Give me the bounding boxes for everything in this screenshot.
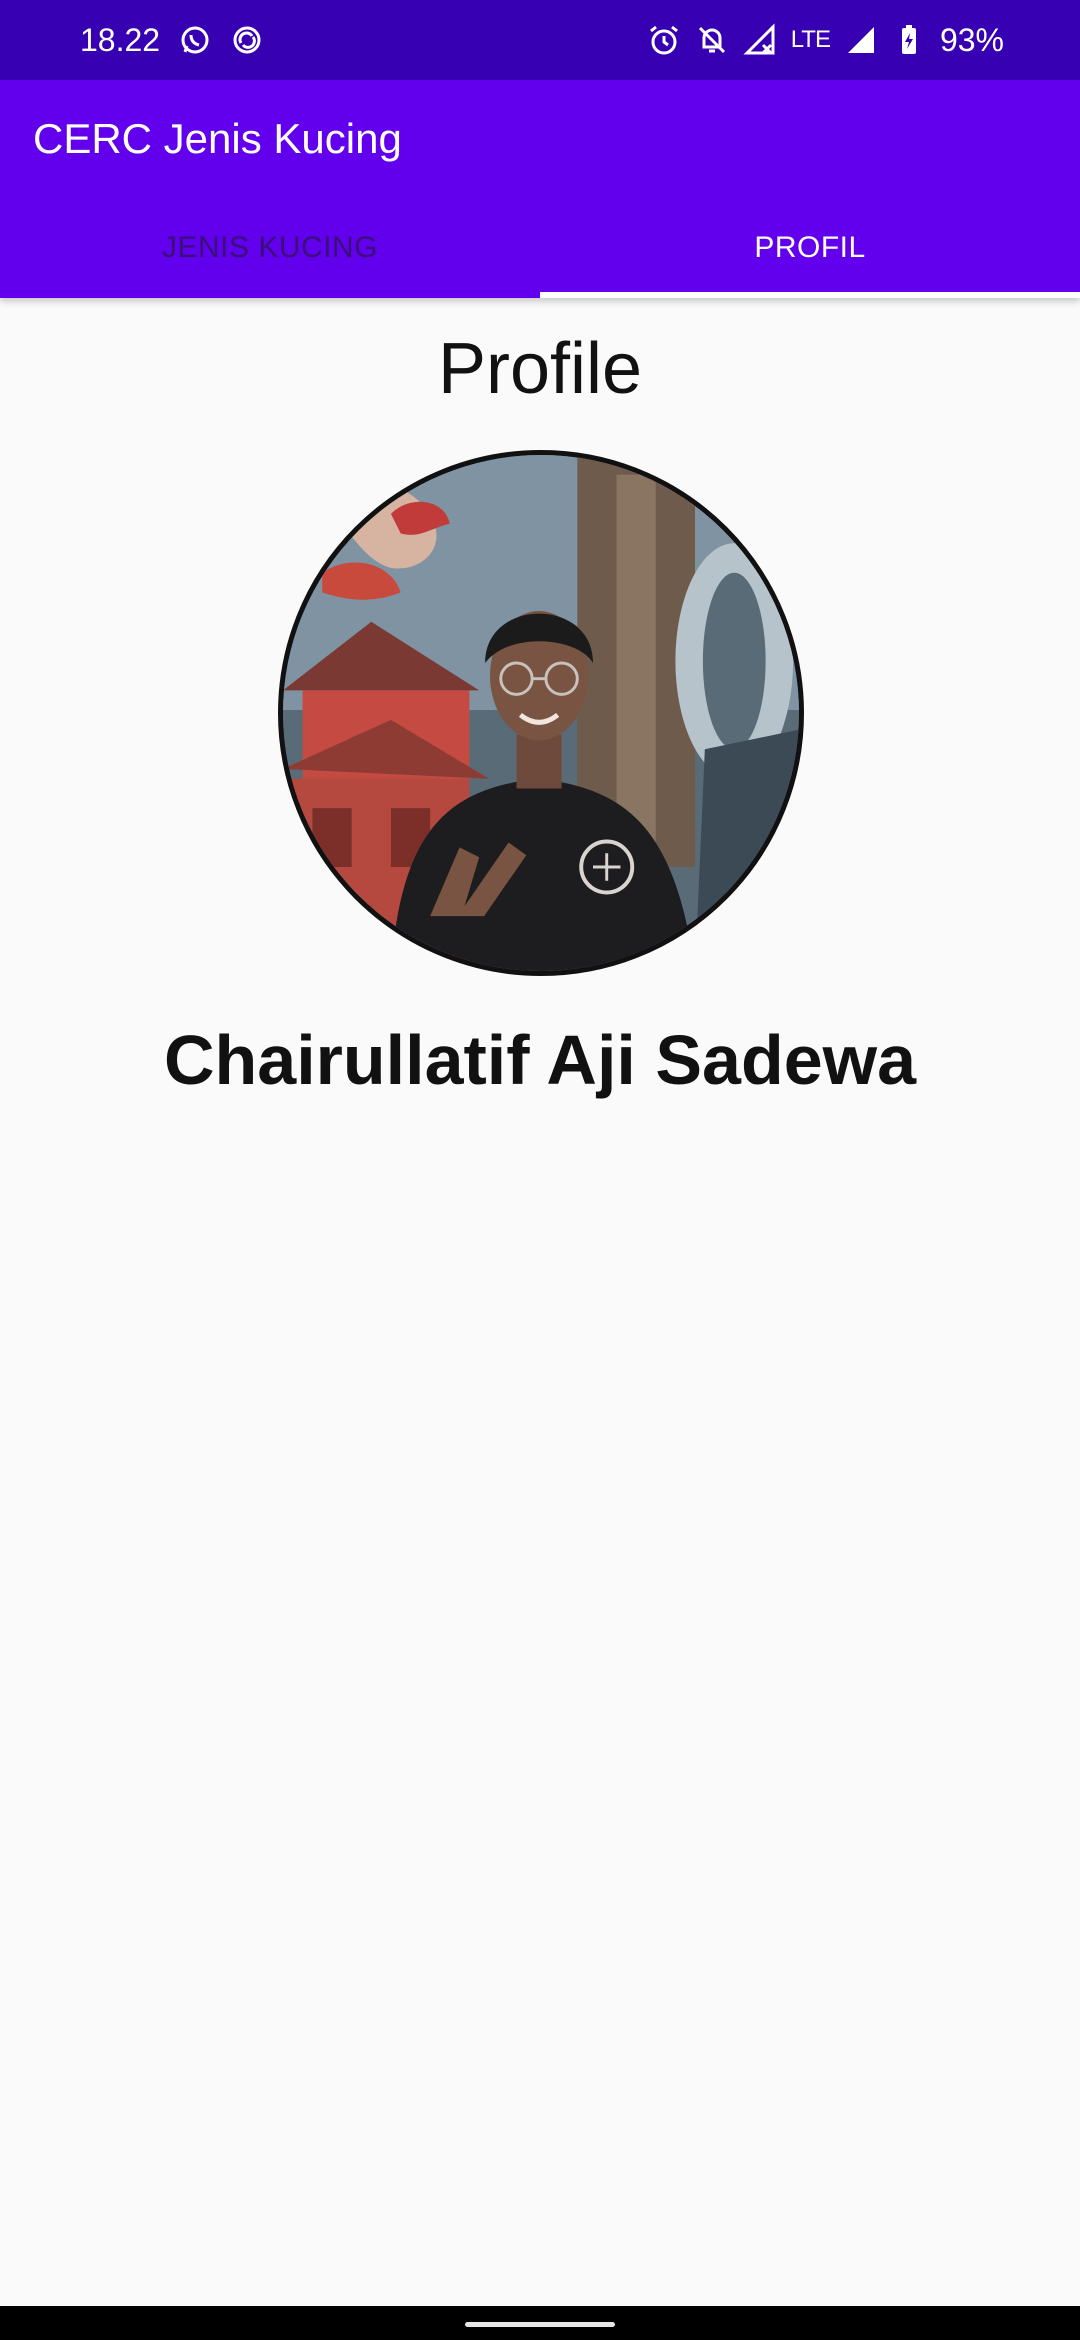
tab-label: JENIS KUCING (161, 231, 379, 264)
profile-content: Profile Chairullatif Aji Sadewa (0, 298, 1080, 2306)
page-title: Profile (437, 329, 643, 409)
status-left: 18.22 (80, 22, 264, 59)
whatsapp-icon (178, 23, 212, 57)
network-type: LTE (790, 26, 831, 53)
status-bar: 18.22 LTE 93% (0, 0, 1080, 80)
signal-icon (844, 23, 878, 57)
status-right: LTE 93% (647, 22, 1004, 59)
avatar-photo (283, 455, 799, 971)
alarm-icon (647, 23, 681, 57)
tab-label: PROFIL (754, 231, 866, 264)
signal-lte-icon (743, 23, 777, 57)
app-bar: CERC Jenis Kucing (0, 80, 1080, 198)
app-title: CERC Jenis Kucing (33, 115, 402, 162)
mute-icon (695, 23, 729, 57)
tab-jenis-kucing[interactable]: JENIS KUCING (0, 198, 540, 298)
home-gesture-handle[interactable] (465, 2322, 615, 2327)
tab-bar: JENIS KUCING PROFIL (0, 198, 1080, 298)
battery-percent: 93% (939, 21, 1004, 58)
tab-profil[interactable]: PROFIL (540, 198, 1080, 298)
sync-icon (230, 23, 264, 57)
battery-icon (892, 23, 926, 57)
status-time: 18.22 (80, 21, 161, 58)
profile-name: Chairullatif Aji Sadewa (163, 1021, 917, 1099)
avatar (278, 450, 804, 976)
